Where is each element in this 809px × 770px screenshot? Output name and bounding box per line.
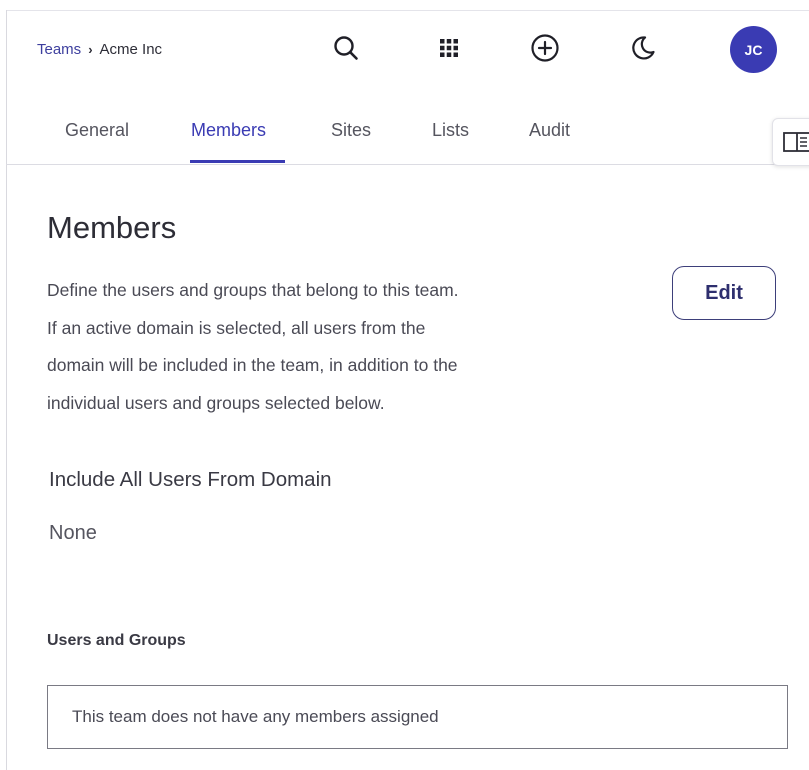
active-tab-indicator <box>190 160 285 163</box>
dark-mode-icon <box>632 36 655 60</box>
edit-button[interactable]: Edit <box>672 266 776 320</box>
description-line: individual users and groups selected bel… <box>47 392 385 413</box>
user-avatar[interactable]: JC <box>730 26 777 73</box>
side-panel-toggle-button[interactable] <box>772 118 809 166</box>
breadcrumb-separator-icon: › <box>88 41 93 57</box>
tab-sites[interactable]: Sites <box>331 120 371 141</box>
add-circle-icon <box>531 34 559 62</box>
users-groups-empty-message: This team does not have any members assi… <box>72 707 439 726</box>
page-title: Members <box>47 210 177 245</box>
breadcrumb: Teams › Acme Inc <box>37 38 162 60</box>
description-line: Define the users and groups that belong … <box>47 280 459 300</box>
tabs-divider <box>6 164 809 165</box>
content-frame-top-border <box>6 10 809 11</box>
tab-general[interactable]: General <box>65 120 129 141</box>
apps-grid-icon <box>440 39 458 57</box>
content-frame-left-border <box>6 10 7 770</box>
breadcrumb-current: Acme Inc <box>99 40 163 58</box>
breadcrumb-teams-link[interactable]: Teams <box>37 41 81 58</box>
domain-section-heading: Include All Users From Domain <box>49 468 332 491</box>
members-description: Define the users and groups that belong … <box>47 272 567 422</box>
search-icon <box>334 36 358 60</box>
description-line: If an active domain is selected, all use… <box>47 317 426 338</box>
description-line: domain will be included in the team, in … <box>47 355 458 375</box>
users-groups-label: Users and Groups <box>47 632 186 649</box>
tab-audit[interactable]: Audit <box>529 120 570 141</box>
create-button[interactable] <box>527 30 563 66</box>
users-groups-box: This team does not have any members assi… <box>47 685 788 749</box>
tab-members[interactable]: Members <box>191 120 266 141</box>
theme-toggle-button[interactable] <box>625 30 661 66</box>
tab-lists[interactable]: Lists <box>432 120 469 141</box>
side-panel-icon <box>783 132 809 152</box>
apps-button[interactable] <box>431 30 467 66</box>
domain-value: None <box>49 522 97 544</box>
search-button[interactable] <box>328 30 364 66</box>
